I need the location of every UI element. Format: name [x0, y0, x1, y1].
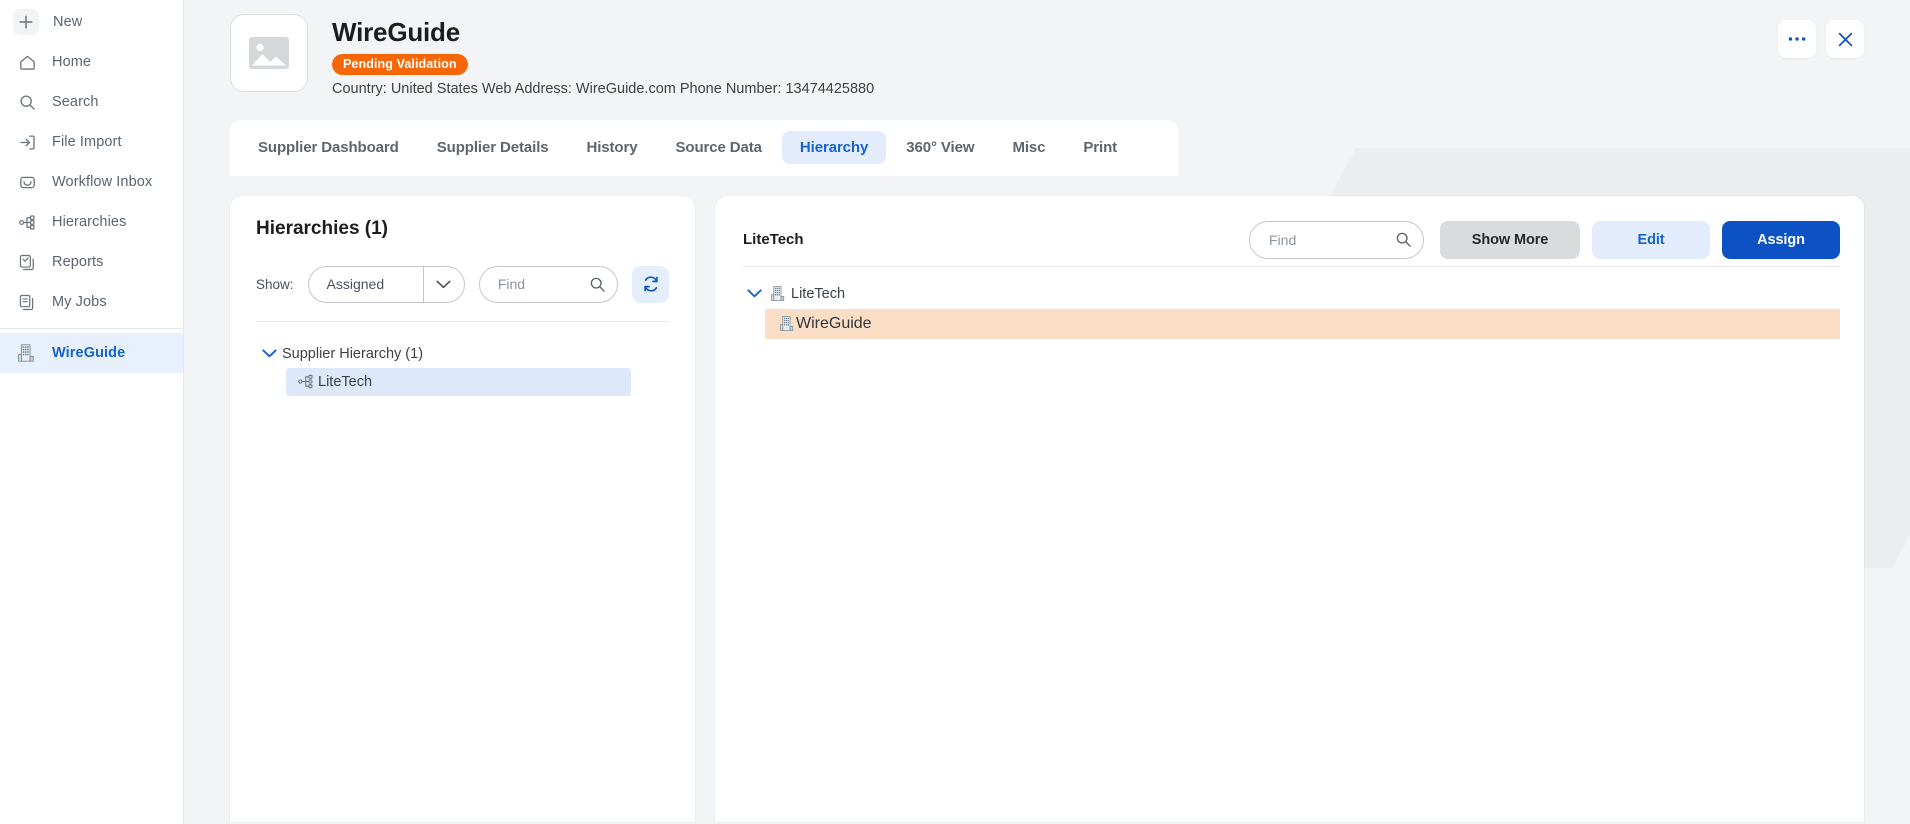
chevron-down-icon[interactable]: [743, 289, 765, 298]
assign-button[interactable]: Assign: [1722, 220, 1840, 259]
tab-history[interactable]: History: [569, 131, 656, 164]
tree-root-label: LiteTech: [791, 285, 846, 302]
documents-icon: [16, 291, 38, 313]
ellipsis-icon: [1788, 36, 1806, 42]
sidebar-item-hierarchies[interactable]: Hierarchies: [0, 202, 183, 242]
tab-bar: Supplier Dashboard Supplier Details Hist…: [230, 119, 1178, 176]
sidebar-item-label: Workflow Inbox: [52, 174, 153, 190]
tab-source-data[interactable]: Source Data: [657, 131, 779, 164]
home-icon: [16, 51, 38, 73]
sidebar-item-label: Search: [52, 94, 99, 110]
search-icon: [16, 91, 38, 113]
tree-row[interactable]: WireGuide: [765, 308, 1840, 339]
sidebar: New Home Search File Import Workflow Inb: [0, 0, 184, 824]
entity-meta: Country: United States Web Address: Wire…: [332, 80, 875, 97]
sidebar-item-label: New: [53, 14, 83, 30]
chevron-down-icon[interactable]: [256, 349, 282, 358]
tab-misc[interactable]: Misc: [994, 131, 1063, 164]
tree-child-label: LiteTech: [318, 373, 373, 390]
building-icon: [16, 342, 38, 364]
edit-button[interactable]: Edit: [1592, 220, 1710, 259]
show-select-value: Assigned: [326, 276, 385, 293]
content-panels: Hierarchies (1) Show: Assigned Find Supp…: [184, 176, 1910, 822]
chevron-down-icon: [422, 266, 464, 302]
status-badge: Pending Validation: [332, 53, 468, 75]
show-select[interactable]: Assigned: [307, 265, 465, 303]
tree-child-label: WireGuide: [796, 314, 872, 332]
sidebar-item-label: Reports: [52, 254, 104, 270]
refresh-icon: [641, 274, 661, 294]
tab-360-view[interactable]: 360° View: [888, 131, 992, 164]
app-root: New Home Search File Import Workflow Inb: [0, 0, 1910, 824]
tree-row[interactable]: LiteTech: [286, 367, 631, 396]
image-placeholder-icon: [248, 36, 290, 70]
plus-icon: [13, 9, 39, 35]
hierarchies-find-box[interactable]: [478, 265, 619, 303]
sidebar-item-home[interactable]: Home: [0, 42, 183, 82]
show-more-button[interactable]: Show More: [1440, 220, 1580, 259]
page-title: WireGuide: [332, 17, 460, 47]
sidebar-item-label: Hierarchies: [52, 214, 127, 230]
file-import-icon: [16, 131, 38, 153]
clipboard-check-icon: [16, 251, 38, 273]
sidebar-item-reports[interactable]: Reports: [0, 242, 183, 282]
sidebar-item-workflow-inbox[interactable]: Workflow Inbox: [0, 162, 183, 202]
tab-supplier-details[interactable]: Supplier Details: [419, 131, 567, 164]
sidebar-item-label: File Import: [52, 134, 122, 150]
main-area: WireGuide Pending Validation Country: Un…: [184, 0, 1910, 824]
sidebar-item-wireguide[interactable]: WireGuide: [0, 333, 183, 373]
sidebar-item-search[interactable]: Search: [0, 82, 183, 122]
hierarchy-detail-tree: LiteTech WireGuide: [715, 267, 1864, 339]
search-icon: [1395, 231, 1412, 248]
entity-thumbnail: [230, 14, 308, 92]
inbox-icon: [16, 171, 38, 193]
hierarchy-icon: [16, 211, 38, 233]
hierarchies-filters: Show: Assigned: [256, 265, 669, 303]
hierarchy-find-box[interactable]: [1249, 220, 1424, 259]
sidebar-divider: [0, 328, 183, 329]
hierarchies-tree: Supplier Hierarchy (1) LiteTech: [256, 322, 669, 396]
hierarchies-panel-title: Hierarchies (1): [256, 217, 389, 239]
building-icon: [765, 285, 791, 302]
entity-header: WireGuide Pending Validation Country: Un…: [184, 0, 1910, 97]
sidebar-item-label: My Jobs: [52, 294, 107, 310]
hierarchy-detail-title: LiteTech: [743, 231, 804, 249]
tree-row[interactable]: Supplier Hierarchy (1): [256, 340, 669, 368]
tab-supplier-dashboard[interactable]: Supplier Dashboard: [240, 131, 417, 164]
sidebar-item-new[interactable]: New: [0, 2, 183, 42]
tree-row[interactable]: LiteTech: [743, 279, 1840, 309]
search-icon: [589, 276, 606, 293]
show-label: Show:: [256, 276, 294, 292]
refresh-button[interactable]: [632, 265, 669, 303]
sidebar-item-my-jobs[interactable]: My Jobs: [0, 282, 183, 322]
sidebar-item-label: Home: [52, 54, 92, 70]
close-button[interactable]: [1826, 20, 1864, 58]
hierarchy-detail-panel: LiteTech Show More Edit Assign: [715, 195, 1864, 822]
building-icon: [779, 315, 796, 332]
tab-print[interactable]: Print: [1065, 131, 1135, 164]
window-controls: [1778, 20, 1864, 58]
sidebar-item-label: WireGuide: [52, 345, 126, 361]
sidebar-item-file-import[interactable]: File Import: [0, 122, 183, 162]
more-options-button[interactable]: [1778, 20, 1816, 58]
tree-root-label: Supplier Hierarchy (1): [282, 345, 424, 362]
close-icon: [1837, 31, 1854, 48]
org-node-icon: [294, 374, 318, 389]
hierarchy-detail-toolbar: LiteTech Show More Edit Assign: [715, 214, 1864, 266]
hierarchies-panel: Hierarchies (1) Show: Assigned Find Supp…: [230, 195, 695, 822]
tab-hierarchy[interactable]: Hierarchy: [781, 131, 887, 165]
